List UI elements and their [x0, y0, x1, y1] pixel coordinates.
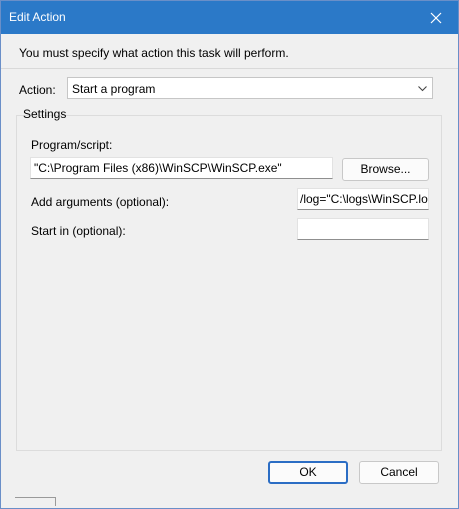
- action-dropdown[interactable]: Start a program: [67, 77, 433, 99]
- title-bar: Edit Action: [1, 1, 458, 34]
- settings-group-label: Settings: [23, 107, 67, 121]
- browse-button[interactable]: Browse...: [342, 158, 429, 181]
- action-label: Action:: [19, 83, 56, 97]
- underlying-window-edge: [1, 493, 458, 508]
- program-script-input[interactable]: "C:\Program Files (x86)\WinSCP\WinSCP.ex…: [30, 157, 333, 179]
- add-arguments-input[interactable]: /log="C:\logs\WinSCP.lo: [297, 188, 429, 210]
- instruction-message: You must specify what action this task w…: [19, 46, 289, 60]
- start-in-input[interactable]: [297, 218, 429, 240]
- add-arguments-label: Add arguments (optional):: [31, 195, 170, 209]
- close-button[interactable]: [414, 1, 458, 34]
- close-icon: [430, 12, 442, 23]
- ok-button[interactable]: OK: [268, 461, 348, 484]
- program-script-label: Program/script:: [31, 138, 113, 152]
- edit-action-dialog: Edit Action You must specify what action…: [0, 0, 459, 509]
- start-in-label: Start in (optional):: [31, 224, 126, 238]
- message-divider: [1, 68, 458, 69]
- window-title: Edit Action: [9, 10, 66, 24]
- chevron-down-icon: [418, 86, 427, 92]
- underlying-window-fragment: [15, 497, 56, 506]
- cancel-button[interactable]: Cancel: [359, 461, 439, 484]
- dialog-body: You must specify what action this task w…: [1, 34, 458, 508]
- action-dropdown-value: Start a program: [72, 82, 156, 96]
